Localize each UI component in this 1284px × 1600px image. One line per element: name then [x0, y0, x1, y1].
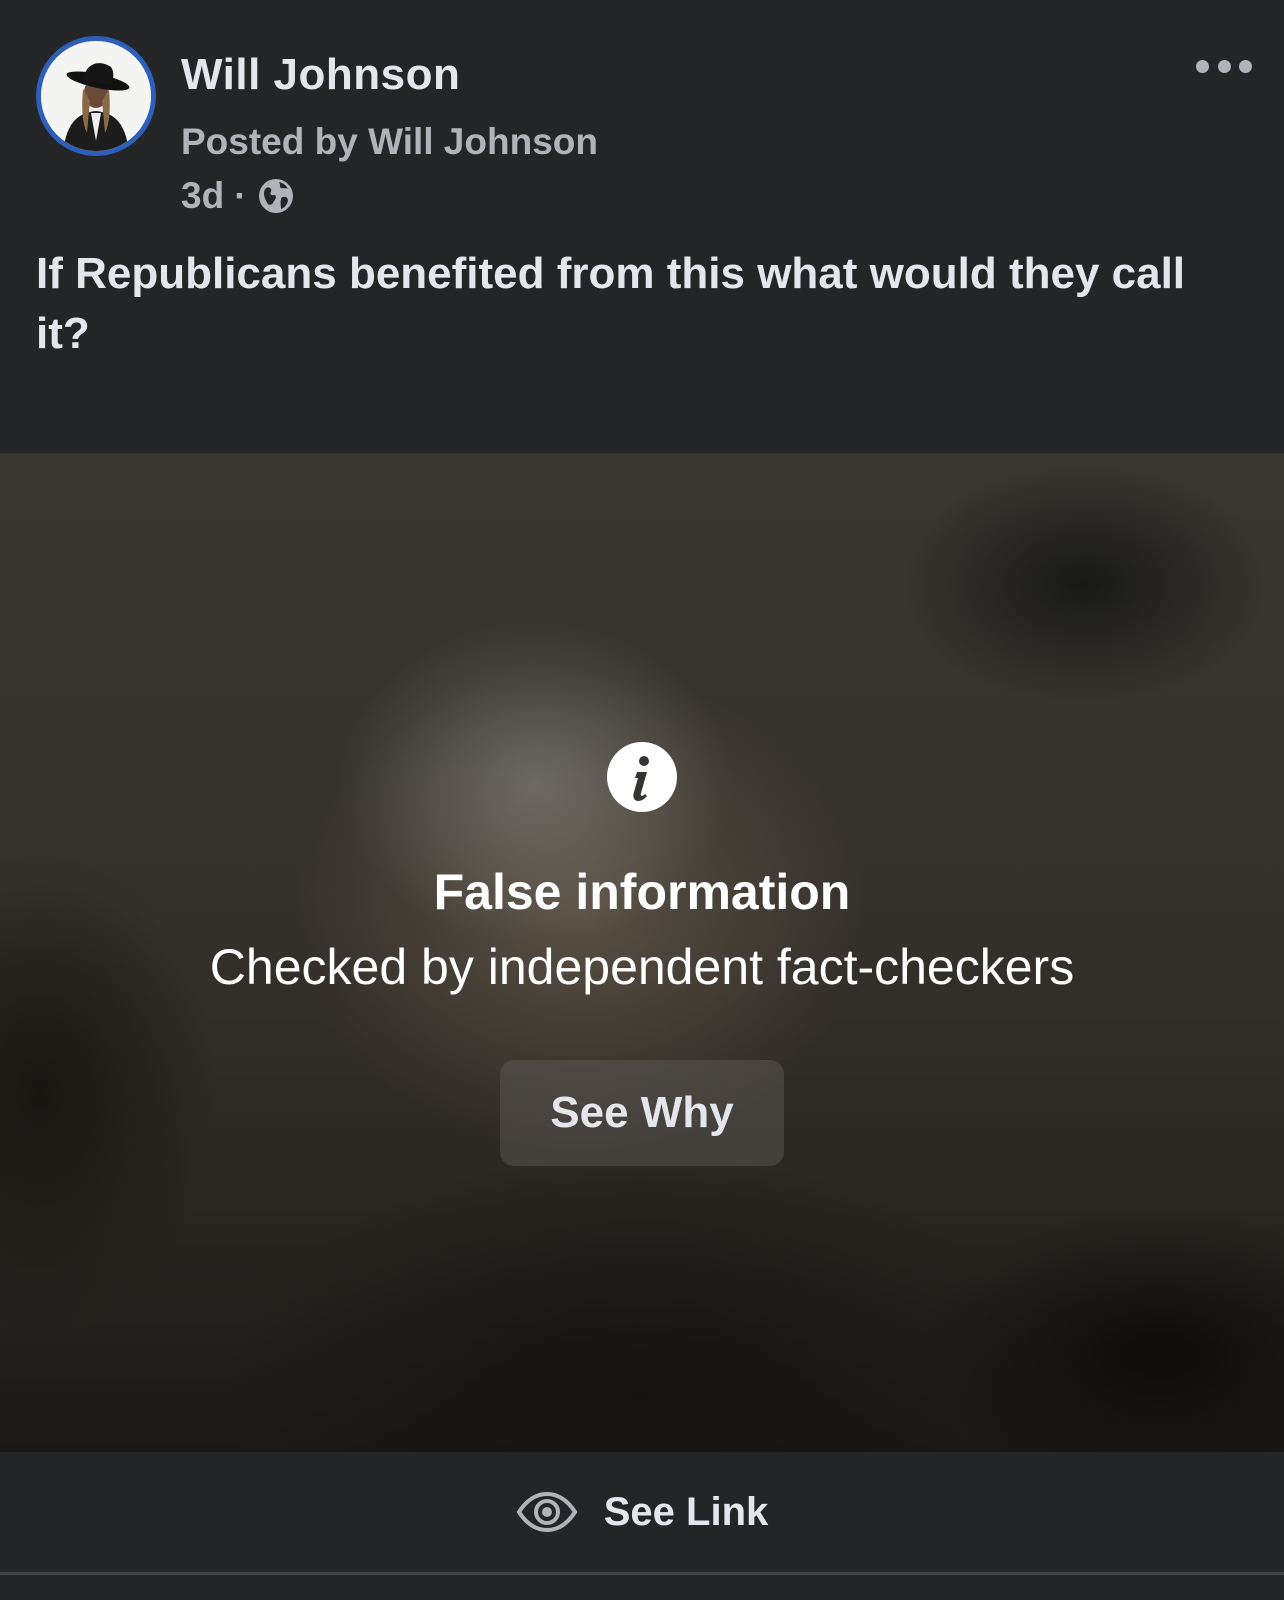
more-dot: [1196, 59, 1209, 73]
globe-icon: [257, 177, 295, 215]
warning-subtitle: Checked by independent fact-checkers: [209, 939, 1075, 995]
see-link-label: See Link: [603, 1489, 769, 1534]
divider: [0, 1572, 1284, 1575]
eye-icon: [516, 1491, 578, 1533]
post-meta: 3d ·: [181, 174, 295, 218]
warning-title: False information: [433, 864, 851, 920]
see-why-button[interactable]: See Why: [500, 1060, 784, 1166]
avatar-photo: [41, 41, 151, 151]
posted-by: Posted by Will Johnson: [181, 121, 598, 162]
more-dot: [1239, 59, 1252, 73]
author-name[interactable]: Will Johnson: [181, 50, 460, 100]
meta-separator: ·: [234, 175, 247, 216]
info-icon: [606, 741, 678, 813]
see-link-button[interactable]: See Link: [0, 1452, 1284, 1572]
post-time[interactable]: 3d: [181, 175, 224, 217]
more-options-button[interactable]: [1196, 52, 1252, 80]
more-dot: [1217, 59, 1231, 73]
post-text: If Republicans benefited from this what …: [36, 249, 1186, 358]
fact-check-overlay: False information Checked by independent…: [0, 453, 1284, 1452]
avatar[interactable]: [36, 36, 156, 156]
post-header: Will Johnson Posted by Will Johnson 3d ·: [0, 0, 1284, 220]
